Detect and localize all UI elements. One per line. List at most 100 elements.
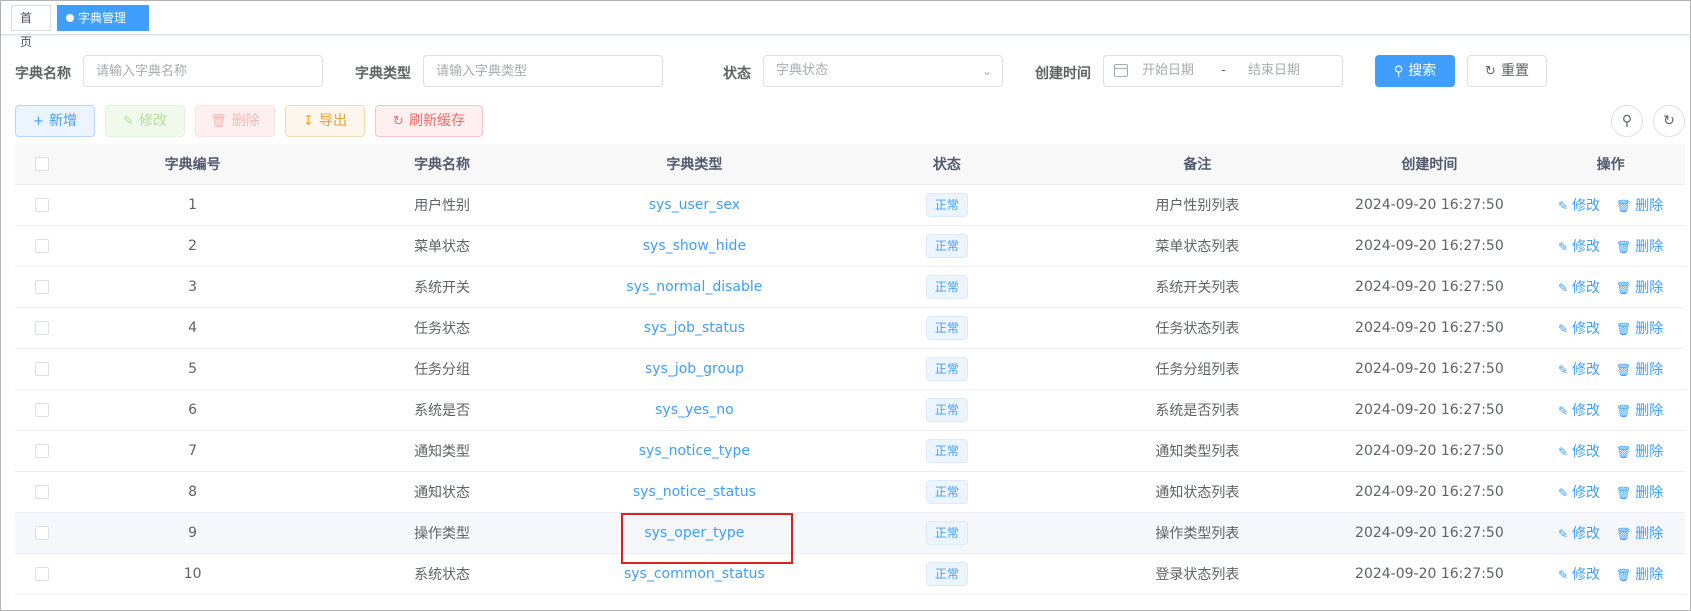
dict-type-link[interactable]: sys_normal_disable xyxy=(626,279,762,295)
row-checkbox[interactable] xyxy=(34,197,49,212)
delete-button[interactable]: 🗑 删除 xyxy=(195,105,275,137)
dict-type-link[interactable]: sys_show_hide xyxy=(643,238,746,254)
row-edit-label: 修改 xyxy=(1572,566,1601,583)
dict-name-cell: 系统开关 xyxy=(316,266,568,308)
dict-id-cell: 6 xyxy=(68,389,317,431)
search-button[interactable]: ⚲ 搜索 xyxy=(1375,55,1455,87)
row-checkbox[interactable] xyxy=(34,361,49,376)
actions-cell: ✎ 修改 🗑 删除 xyxy=(1536,389,1685,431)
row-edit-button[interactable]: ✎ 修改 xyxy=(1558,567,1600,583)
created-cell: 2024-09-20 16:27:50 xyxy=(1322,471,1537,513)
row-delete-button[interactable]: 🗑 删除 xyxy=(1616,403,1663,419)
row-checkbox[interactable] xyxy=(34,566,49,581)
remark-cell: 菜单状态列表 xyxy=(1072,225,1323,267)
dict-type-link[interactable]: sys_job_status xyxy=(644,320,745,336)
row-checkbox[interactable] xyxy=(34,279,49,294)
tag-active-label: 字典管理 xyxy=(78,11,127,25)
row-edit-button[interactable]: ✎ 修改 xyxy=(1558,444,1600,460)
row-delete-button[interactable]: 🗑 删除 xyxy=(1616,485,1663,501)
created-cell: 2024-09-20 16:27:50 xyxy=(1322,307,1537,349)
actions-cell: ✎ 修改 🗑 删除 xyxy=(1536,430,1685,472)
dict-name-input[interactable] xyxy=(96,56,322,86)
tag-dict-management[interactable]: 字典管理 × xyxy=(57,5,149,49)
row-delete-button[interactable]: 🗑 删除 xyxy=(1616,280,1663,296)
dict-type-link[interactable]: sys_job_group xyxy=(645,361,744,377)
dict-type-link[interactable]: sys_oper_type xyxy=(644,525,744,541)
created-time-label: 创建时间 xyxy=(1035,66,1091,82)
row-delete-label: 删除 xyxy=(1635,402,1664,419)
dict-type-link[interactable]: sys_user_sex xyxy=(649,197,740,213)
row-edit-button[interactable]: ✎ 修改 xyxy=(1558,485,1600,501)
row-checkbox[interactable] xyxy=(34,443,49,458)
row-edit-button[interactable]: ✎ 修改 xyxy=(1558,321,1600,337)
row-edit-button[interactable]: ✎ 修改 xyxy=(1558,280,1600,296)
refresh-table-button[interactable]: ↻ xyxy=(1653,105,1685,137)
dict-type-link[interactable]: sys_common_status xyxy=(624,566,765,582)
status-cell: 正常 xyxy=(821,471,1073,513)
row-checkbox[interactable] xyxy=(34,320,49,335)
toggle-search-button[interactable]: ⚲ xyxy=(1611,105,1643,137)
row-edit-label: 修改 xyxy=(1572,279,1601,296)
dict-type-input[interactable] xyxy=(436,56,662,86)
reset-button[interactable]: ↻ 重置 xyxy=(1467,55,1547,87)
edit-icon: ✎ xyxy=(1557,362,1569,377)
row-delete-label: 删除 xyxy=(1635,279,1664,296)
row-delete-button[interactable]: 🗑 删除 xyxy=(1616,362,1663,378)
actions-cell: ✎ 修改 🗑 删除 xyxy=(1536,471,1685,513)
row-checkbox[interactable] xyxy=(34,238,49,253)
status-cell: 正常 xyxy=(821,430,1073,472)
row-delete-button[interactable]: 🗑 删除 xyxy=(1616,198,1663,214)
row-edit-button[interactable]: ✎ 修改 xyxy=(1558,362,1600,378)
dict-type-cell: sys_job_status xyxy=(567,307,822,349)
add-button[interactable]: + 新增 xyxy=(15,105,95,137)
remark-cell: 操作类型列表 xyxy=(1072,512,1323,554)
row-edit-button[interactable]: ✎ 修改 xyxy=(1558,403,1600,419)
row-edit-button[interactable]: ✎ 修改 xyxy=(1558,526,1600,542)
download-icon: ↧ xyxy=(303,114,314,129)
dict-id-cell: 2 xyxy=(68,225,317,267)
actions-cell: ✎ 修改 🗑 删除 xyxy=(1536,225,1685,267)
refresh-icon: ↻ xyxy=(393,114,404,129)
row-select-cell xyxy=(15,348,69,390)
select-all-checkbox[interactable] xyxy=(34,156,49,171)
close-icon[interactable]: × xyxy=(70,35,80,49)
dict-type-link[interactable]: sys_yes_no xyxy=(655,402,734,418)
refresh-cache-button[interactable]: ↻ 刷新缓存 xyxy=(375,105,483,137)
dict-name-label: 字典名称 xyxy=(15,66,71,82)
search-button-label: 搜索 xyxy=(1408,63,1437,79)
table-row: 3 系统开关 sys_normal_disable 正常 系统开关列表 2024-09-2… xyxy=(15,266,1685,308)
delete-button-label: 删除 xyxy=(231,113,260,129)
row-delete-button[interactable]: 🗑 删除 xyxy=(1616,321,1663,337)
dict-type-link[interactable]: sys_notice_type xyxy=(639,443,750,459)
dict-type-link[interactable]: sys_notice_status xyxy=(633,484,756,500)
dict-table: 字典编号 字典名称 字典类型 状态 备注 创建时间 操作 1 用户性别 sys_us… xyxy=(15,144,1685,595)
row-delete-button[interactable]: 🗑 删除 xyxy=(1616,239,1663,255)
row-delete-label: 删除 xyxy=(1635,361,1664,378)
dict-name-cell: 通知类型 xyxy=(316,430,568,472)
col-dict-name: 字典名称 xyxy=(316,144,568,185)
row-edit-button[interactable]: ✎ 修改 xyxy=(1558,198,1600,214)
tags-view: 首页 字典管理 × xyxy=(1,1,1691,49)
row-delete-button[interactable]: 🗑 删除 xyxy=(1616,526,1663,542)
row-select-cell xyxy=(15,266,69,308)
row-checkbox[interactable] xyxy=(34,525,49,540)
status-badge: 正常 xyxy=(925,315,968,340)
refresh-cache-label: 刷新缓存 xyxy=(408,113,465,129)
row-select-cell xyxy=(15,553,69,595)
row-checkbox[interactable] xyxy=(34,402,49,417)
select-all-cell xyxy=(15,144,69,185)
status-select[interactable]: 字典状态 ⌄ xyxy=(763,55,1003,87)
edit-button[interactable]: ✎ 修改 xyxy=(105,105,185,137)
plus-icon: + xyxy=(33,114,44,129)
dict-name-cell: 操作类型 xyxy=(316,512,568,554)
row-delete-button[interactable]: 🗑 删除 xyxy=(1616,567,1663,583)
tag-home[interactable]: 首页 xyxy=(11,5,51,49)
export-button[interactable]: ↧ 导出 xyxy=(285,105,365,137)
date-range-picker[interactable]: 开始日期 - 结束日期 xyxy=(1103,55,1343,87)
status-label: 状态 xyxy=(723,66,751,82)
row-delete-button[interactable]: 🗑 删除 xyxy=(1616,444,1663,460)
status-cell: 正常 xyxy=(821,512,1073,554)
row-edit-button[interactable]: ✎ 修改 xyxy=(1558,239,1600,255)
tag-home-label: 首页 xyxy=(20,11,33,49)
row-checkbox[interactable] xyxy=(34,484,49,499)
